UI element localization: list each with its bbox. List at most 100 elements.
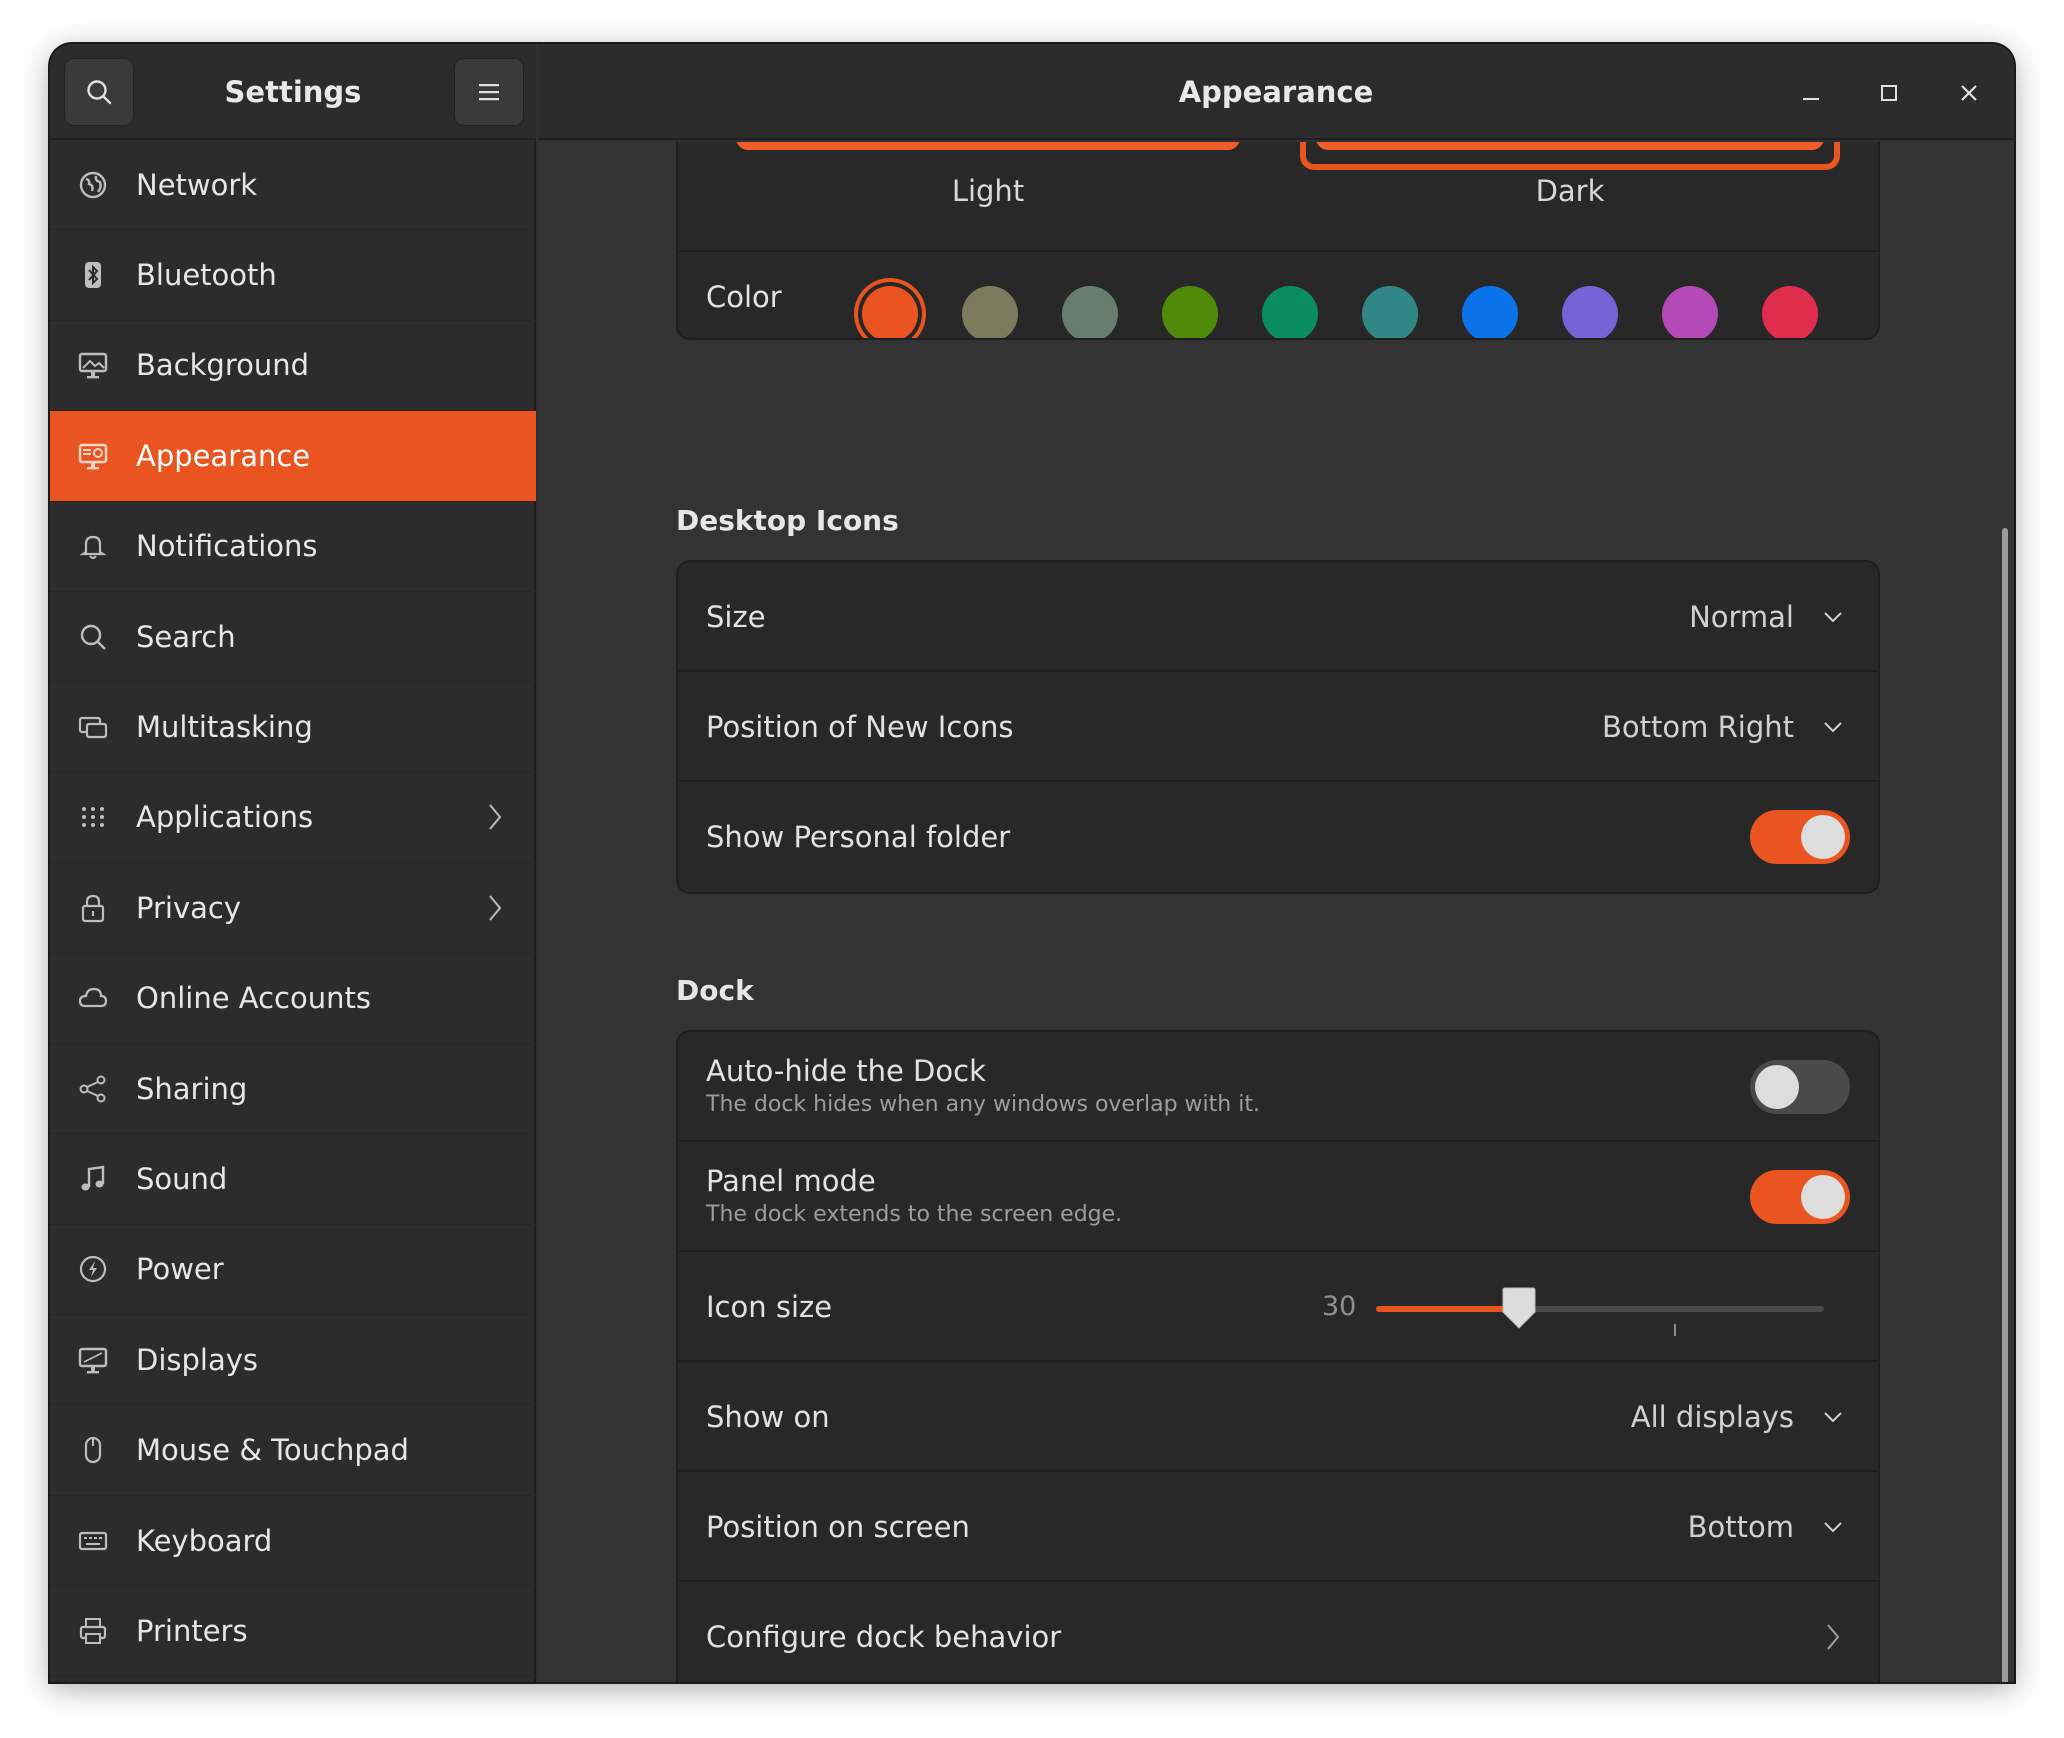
maximize-button[interactable] xyxy=(1870,74,1908,112)
chevron-down-icon xyxy=(1824,722,1842,733)
maximize-icon xyxy=(1881,85,1897,101)
toggle-knob xyxy=(1755,1065,1799,1109)
slider-handle[interactable] xyxy=(1501,1286,1537,1332)
color-swatch[interactable] xyxy=(1562,286,1618,338)
style-card: Light Dark Color xyxy=(676,142,1880,340)
sidebar-item-displays[interactable]: Displays xyxy=(50,1315,536,1406)
theme-label-light: Light xyxy=(951,174,1025,208)
close-button[interactable] xyxy=(1950,74,1988,112)
scrollbar[interactable] xyxy=(2002,528,2008,1682)
show-on-row[interactable]: Show on All displays xyxy=(678,1362,1878,1472)
settings-window: Settings Network Bluetooth Background Ap… xyxy=(50,44,2014,1682)
mouse-icon xyxy=(78,1435,108,1465)
color-swatch[interactable] xyxy=(1362,286,1418,338)
theme-option-light[interactable]: Light xyxy=(728,142,1248,244)
main-menu-button[interactable] xyxy=(454,58,524,126)
multitasking-icon xyxy=(78,712,108,742)
color-swatch[interactable] xyxy=(1162,286,1218,338)
sidebar-item-keyboard[interactable]: Keyboard xyxy=(50,1496,536,1587)
sidebar-item-printers[interactable]: Printers xyxy=(50,1586,536,1677)
sidebar-item-bluetooth[interactable]: Bluetooth xyxy=(50,230,536,321)
show-personal-folder-row: Show Personal folder xyxy=(678,782,1878,892)
icon-size-value: 30 xyxy=(1322,1291,1357,1322)
search-button[interactable] xyxy=(64,58,134,126)
printer-icon xyxy=(78,1616,108,1646)
position-on-screen-value: Bottom xyxy=(1687,1510,1794,1544)
search-icon xyxy=(87,80,112,105)
minimize-button[interactable] xyxy=(1792,74,1830,112)
sidebar-item-applications[interactable]: Applications xyxy=(50,773,536,864)
desktop-icon-size-row[interactable]: Size Normal xyxy=(678,562,1878,672)
share-icon xyxy=(78,1074,108,1104)
show-on-value: All displays xyxy=(1630,1400,1794,1434)
search-icon xyxy=(78,622,108,652)
toggle-knob xyxy=(1801,1175,1845,1219)
sidebar-item-search[interactable]: Search xyxy=(50,592,536,683)
sidebar-item-appearance[interactable]: Appearance xyxy=(50,411,536,502)
configure-dock-label: Configure dock behavior xyxy=(706,1620,1062,1654)
chevron-right-icon xyxy=(489,804,502,831)
position-on-screen-row[interactable]: Position on screen Bottom xyxy=(678,1472,1878,1582)
display-icon xyxy=(78,1345,108,1375)
dark-theme-preview xyxy=(1316,142,1824,150)
apps-grid-icon xyxy=(78,802,108,832)
keyboard-icon xyxy=(78,1526,108,1556)
sidebar-item-sharing[interactable]: Sharing xyxy=(50,1044,536,1135)
color-swatch[interactable] xyxy=(1462,286,1518,338)
color-swatch[interactable] xyxy=(862,286,918,338)
autohide-toggle[interactable] xyxy=(1750,1060,1850,1114)
section-title-dock: Dock xyxy=(676,974,754,1007)
sidebar-item-notifications[interactable]: Notifications xyxy=(50,502,536,592)
sidebar-item-power[interactable]: Power xyxy=(50,1225,536,1316)
position-on-screen-label: Position on screen xyxy=(706,1510,970,1544)
color-swatch[interactable] xyxy=(1262,286,1318,338)
color-swatch[interactable] xyxy=(1662,286,1718,338)
dock-card: Auto-hide the Dock The dock hides when a… xyxy=(676,1030,1880,1682)
sidebar-item-network[interactable]: Network xyxy=(50,140,536,231)
autohide-description: The dock hides when any windows overlap … xyxy=(706,1092,1260,1117)
panel-mode-row: Panel mode The dock extends to the scree… xyxy=(678,1142,1878,1252)
globe-icon xyxy=(78,170,108,200)
color-swatch[interactable] xyxy=(1062,286,1118,338)
appearance-content: Light Dark Color Desktop Icons Size Norm… xyxy=(538,142,2014,1682)
icon-size-slider[interactable] xyxy=(1376,1286,1824,1336)
hamburger-icon xyxy=(479,84,499,101)
minimize-icon xyxy=(1803,98,1819,100)
monitor-background-icon xyxy=(78,350,108,380)
position-new-icons-value: Bottom Right xyxy=(1602,710,1794,744)
sidebar-item-mouse-touchpad[interactable]: Mouse & Touchpad xyxy=(50,1405,536,1496)
slider-mark xyxy=(1674,1324,1676,1336)
panel-mode-toggle[interactable] xyxy=(1750,1170,1850,1224)
sidebar-item-online-accounts[interactable]: Online Accounts xyxy=(50,954,536,1044)
light-theme-preview xyxy=(736,142,1240,150)
sidebar-title: Settings xyxy=(224,75,362,109)
sidebar-item-background[interactable]: Background xyxy=(50,321,536,412)
new-icons-position-row[interactable]: Position of New Icons Bottom Right xyxy=(678,672,1878,782)
chevron-right-icon xyxy=(1827,1624,1840,1650)
chevron-right-icon xyxy=(489,895,502,921)
position-new-icons-label: Position of New Icons xyxy=(706,710,1014,744)
configure-dock-row[interactable]: Configure dock behavior xyxy=(678,1582,1878,1682)
sidebar-item-sound[interactable]: Sound xyxy=(50,1134,536,1225)
lock-icon xyxy=(78,893,108,923)
sidebar-header: Settings xyxy=(50,44,536,140)
bluetooth-icon xyxy=(78,260,108,290)
sidebar-item-multitasking[interactable]: Multitasking xyxy=(50,682,536,773)
show-personal-folder-toggle[interactable] xyxy=(1750,810,1850,864)
bell-icon xyxy=(78,531,108,561)
appearance-icon xyxy=(78,441,108,471)
section-title-desktop-icons: Desktop Icons xyxy=(676,504,899,537)
chevron-down-icon xyxy=(1824,612,1842,623)
main-header: Appearance xyxy=(538,44,2014,140)
show-personal-folder-label: Show Personal folder xyxy=(706,820,1011,854)
color-swatch[interactable] xyxy=(962,286,1018,338)
size-label: Size xyxy=(706,600,766,634)
theme-option-dark[interactable]: Dark xyxy=(1300,142,1840,244)
sidebar-item-privacy[interactable]: Privacy xyxy=(50,863,536,954)
slider-fill xyxy=(1376,1306,1520,1312)
toggle-knob xyxy=(1801,815,1845,859)
color-swatch[interactable] xyxy=(1762,286,1818,338)
icon-size-label: Icon size xyxy=(706,1290,833,1324)
size-value: Normal xyxy=(1689,600,1794,634)
show-on-label: Show on xyxy=(706,1400,830,1434)
